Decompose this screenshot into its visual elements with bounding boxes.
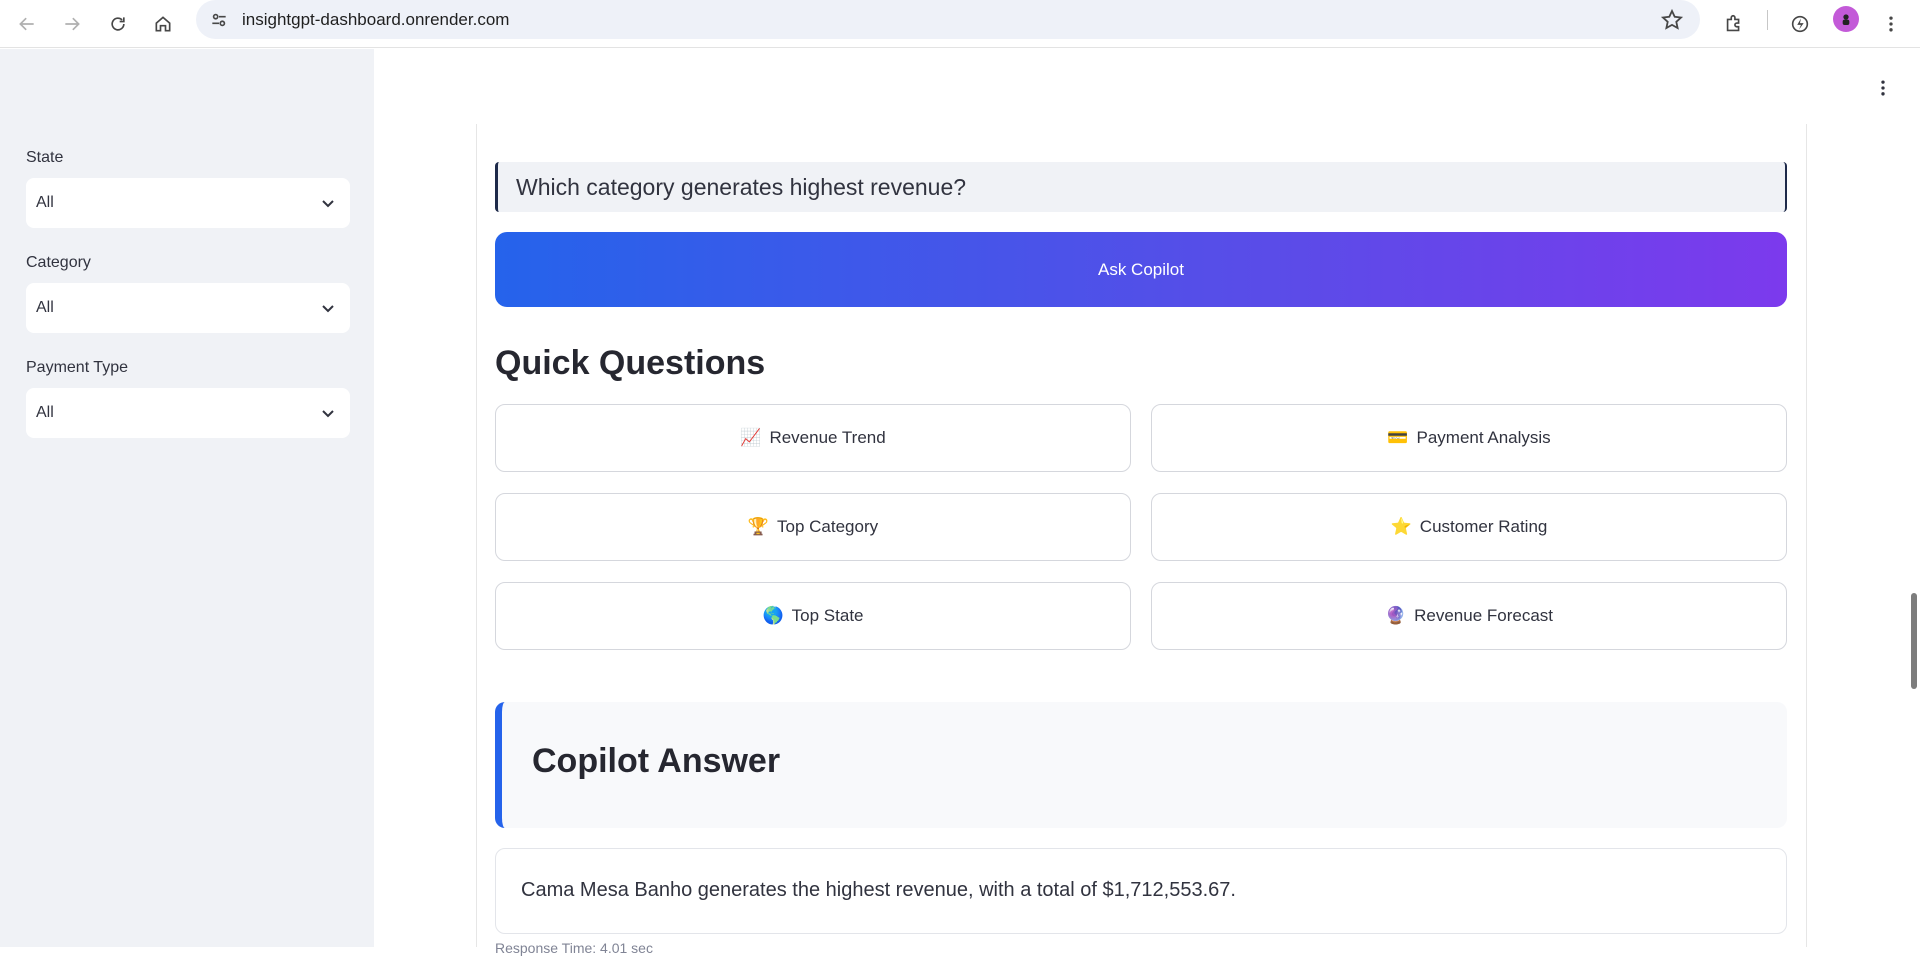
answer-title: Copilot Answer [532, 742, 781, 780]
container-border-left [476, 124, 477, 947]
browser-menu-button[interactable] [1874, 7, 1908, 41]
site-settings-icon[interactable] [208, 9, 230, 31]
answer-header-card: Copilot Answer [495, 702, 1787, 828]
quick-question-revenue-forecast[interactable]: 🔮 Revenue Forecast [1151, 582, 1787, 650]
back-button[interactable] [10, 7, 44, 41]
credit-card-icon: 💳 [1387, 428, 1409, 447]
globe-icon: 🌎 [762, 606, 784, 625]
chevron-down-icon [322, 200, 334, 208]
arrow-left-icon [19, 17, 34, 31]
state-select[interactable]: All [26, 178, 350, 228]
browser-toolbar: insightgpt-dashboard.onrender.com [0, 0, 1920, 48]
state-select-value: All [36, 194, 54, 211]
vertical-dots-icon [1881, 80, 1885, 96]
extension-action-button[interactable] [1783, 7, 1817, 41]
state-filter-label: State [26, 149, 64, 166]
quick-question-top-state[interactable]: 🌎 Top State [495, 582, 1131, 650]
trophy-icon: 🏆 [747, 517, 770, 536]
profile-avatar[interactable] [1833, 6, 1859, 32]
quick-question-label: Revenue Forecast [1414, 606, 1554, 625]
answer-text-box: Cama Mesa Banho generates the highest re… [495, 848, 1787, 934]
chevron-down-icon [322, 410, 334, 418]
ask-copilot-button[interactable]: Ask Copilot [495, 232, 1787, 307]
quick-question-label: Top State [791, 606, 864, 625]
quick-question-label: Payment Analysis [1416, 428, 1551, 447]
sidebar: State All Category All Payment Type All [0, 49, 374, 947]
payment-type-select-value: All [36, 404, 54, 421]
home-icon [155, 16, 171, 32]
extension-icon [1791, 15, 1809, 33]
puzzle-icon [1726, 14, 1740, 32]
url-text: insightgpt-dashboard.onrender.com [242, 10, 510, 29]
container-border-right [1806, 124, 1807, 947]
reload-button[interactable] [101, 7, 135, 41]
payment-type-select[interactable]: All [26, 388, 350, 438]
profile-icon [1842, 14, 1850, 25]
crystal-ball-icon: 🔮 [1384, 606, 1407, 625]
question-input[interactable]: Which category generates highest revenue… [495, 162, 1787, 212]
chart-increasing-icon: 📈 [740, 428, 762, 447]
vertical-dots-icon [1889, 16, 1893, 32]
category-select[interactable]: All [26, 283, 350, 333]
quick-question-customer-rating[interactable]: ⭐ Customer Rating [1151, 493, 1787, 561]
quick-question-top-category[interactable]: 🏆 Top Category [495, 493, 1131, 561]
category-select-value: All [36, 299, 54, 316]
scrollbar-thumb[interactable] [1911, 593, 1917, 689]
quick-question-payment-analysis[interactable]: 💳 Payment Analysis [1151, 404, 1787, 472]
response-time: Response Time: 4.01 sec [495, 940, 653, 956]
home-button[interactable] [146, 7, 180, 41]
quick-question-label: Top Category [777, 517, 879, 536]
payment-type-filter-label: Payment Type [26, 359, 128, 376]
quick-question-label: Customer Rating [1419, 517, 1548, 536]
arrow-right-icon [65, 17, 80, 31]
reload-icon [111, 17, 125, 31]
star-icon: ⭐ [1390, 517, 1412, 536]
quick-question-revenue-trend[interactable]: 📈 Revenue Trend [495, 404, 1131, 472]
toolbar-divider [1767, 10, 1768, 30]
bookmark-star-icon[interactable] [1660, 8, 1684, 32]
chevron-down-icon [322, 305, 334, 313]
quick-questions-title: Quick Questions [495, 344, 766, 382]
app-menu-button[interactable] [1871, 76, 1895, 100]
quick-question-label: Revenue Trend [769, 428, 886, 447]
category-filter-label: Category [26, 254, 91, 271]
address-bar[interactable]: insightgpt-dashboard.onrender.com [196, 0, 1700, 39]
answer-text: Cama Mesa Banho generates the highest re… [521, 879, 1236, 901]
forward-button[interactable] [55, 7, 89, 41]
extensions-button[interactable] [1717, 7, 1751, 41]
